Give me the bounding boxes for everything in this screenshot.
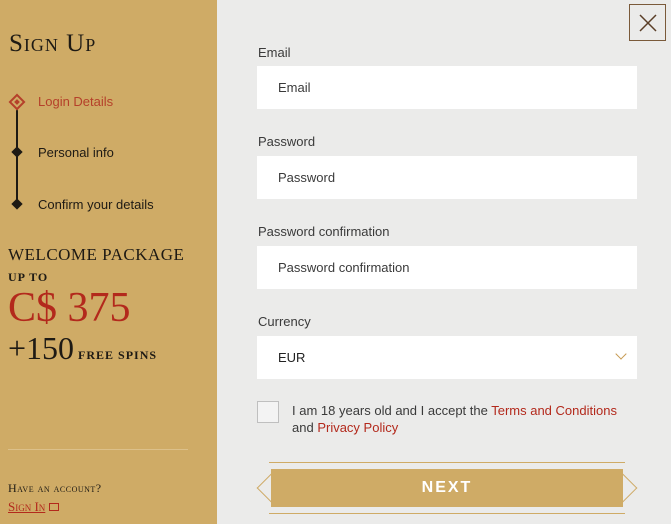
page-title: Sign Up [9, 30, 97, 57]
sign-in-icon [49, 503, 60, 511]
email-field[interactable] [257, 66, 637, 109]
sign-in-link[interactable]: Sign In [8, 499, 60, 515]
password-label: Password [258, 134, 316, 149]
age-terms-checkbox[interactable] [257, 401, 279, 423]
next-button[interactable]: NEXT [271, 469, 623, 507]
close-icon [638, 13, 657, 32]
have-account-text: Have an account? [8, 481, 102, 495]
free-spins-count: +150 [8, 330, 75, 366]
signup-sidebar: Sign Up Login Details Personal info Conf… [0, 0, 217, 524]
next-button-frame: NEXT [256, 462, 638, 514]
step-confirm-details: Confirm your details [38, 197, 154, 212]
password-field[interactable] [257, 156, 637, 199]
active-step-diamond-icon [8, 93, 26, 111]
password-confirmation-label: Password confirmation [258, 224, 390, 239]
password-confirmation-field[interactable] [257, 246, 637, 289]
step-diamond-icon [11, 146, 23, 158]
terms-link[interactable]: Terms and Conditions [491, 403, 617, 418]
welcome-amount: C$ 375 [8, 285, 131, 331]
privacy-policy-link[interactable]: Privacy Policy [317, 420, 398, 435]
step-login-details: Login Details [38, 94, 114, 109]
step-personal-info: Personal info [38, 145, 114, 160]
chevron-down-icon [615, 348, 627, 360]
free-spins-label: FREE SPINS [78, 348, 158, 362]
welcome-upto: UP TO [8, 270, 49, 284]
free-spins: +150 FREE SPINS [8, 330, 157, 367]
terms-middle: and [292, 420, 318, 435]
currency-label: Currency [258, 314, 311, 329]
step-diamond-icon [11, 198, 23, 210]
currency-select[interactable]: EUR [257, 336, 637, 379]
welcome-package-heading: WELCOME PACKAGE [8, 245, 185, 264]
step-progress: Login Details Personal info Confirm your… [0, 88, 217, 218]
terms-text: I am 18 years old and I accept the Terms… [292, 402, 632, 436]
sidebar-divider [8, 449, 188, 450]
terms-prefix: I am 18 years old and I accept the [292, 403, 492, 418]
close-button[interactable] [629, 4, 666, 41]
currency-value: EUR [278, 350, 306, 365]
sign-in-label: Sign In [8, 499, 46, 514]
email-label: Email [258, 45, 291, 60]
signup-form: Email Password Password confirmation Cur… [217, 0, 671, 524]
